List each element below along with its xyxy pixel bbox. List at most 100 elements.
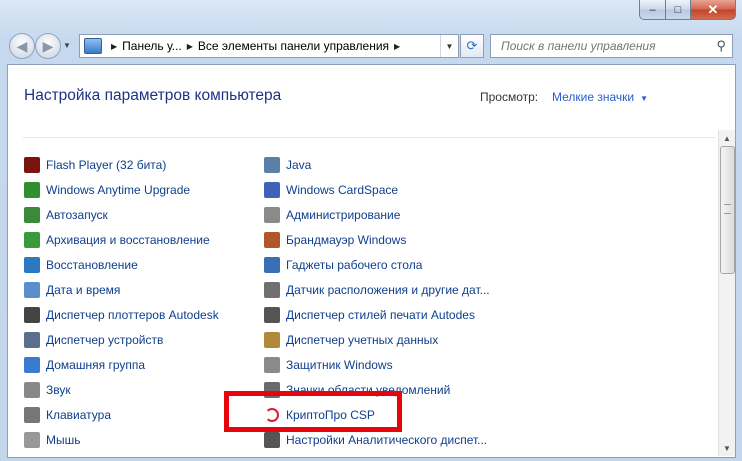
item-label: Дата и время: [46, 282, 121, 297]
item-label: Мышь: [46, 432, 81, 447]
control-panel-item[interactable]: Клавиатура: [24, 402, 252, 427]
backup-icon: [24, 231, 40, 248]
control-panel-item[interactable]: Диспетчер стилей печати Autodes: [264, 302, 504, 327]
navigation-bar: ◀ ▶ ▼ ▶ Панель у... ▶ Все элементы панел…: [0, 30, 742, 62]
flash-icon: [24, 156, 40, 173]
item-label: Брандмауэр Windows: [286, 232, 407, 247]
homegroup-icon: [24, 356, 40, 373]
divider: [23, 137, 715, 138]
items-column-left: Flash Player (32 бита) Windows Anytime Up…: [24, 152, 252, 452]
control-panel-item[interactable]: Архивация и восстановление: [24, 227, 252, 252]
item-label: Архивация и восстановление: [46, 232, 210, 247]
control-panel-item[interactable]: Flash Player (32 бита): [24, 152, 252, 177]
page-title: Настройка параметров компьютера: [24, 87, 282, 104]
windows-flag-icon: [24, 181, 40, 198]
control-panel-item[interactable]: Автозапуск: [24, 202, 252, 227]
breadcrumb-control-panel[interactable]: Панель у...: [122, 39, 182, 53]
firewall-icon: [264, 231, 280, 248]
credentials-icon: [264, 331, 280, 348]
scrollbar-thumb[interactable]: [720, 146, 735, 274]
item-label: Windows CardSpace: [286, 182, 399, 197]
sensor-icon: [264, 281, 280, 298]
control-panel-item[interactable]: Мышь: [24, 427, 252, 452]
mouse-icon: [24, 431, 40, 448]
autoplay-icon: [24, 206, 40, 223]
plotter-icon: [24, 306, 40, 323]
admin-tools-icon: [264, 206, 280, 223]
cardspace-icon: [264, 181, 280, 198]
speaker-icon: [24, 381, 40, 398]
item-label: Диспетчер плоттеров Autodesk: [46, 307, 219, 322]
breadcrumb-separator-icon[interactable]: ▶: [187, 42, 193, 51]
control-panel-item[interactable]: Windows Anytime Upgrade: [24, 177, 252, 202]
view-by-value: Мелкие значки: [552, 90, 635, 104]
grip-icon: [724, 204, 731, 214]
chevron-down-icon: ▼: [640, 94, 649, 103]
refresh-icon: ⟳: [466, 38, 478, 53]
back-arrow-icon: ◀: [16, 37, 28, 54]
breadcrumb-separator-icon[interactable]: ▶: [111, 42, 117, 51]
item-label: Диспетчер учетных данных: [286, 332, 439, 347]
control-panel-item[interactable]: Восстановление: [24, 252, 252, 277]
analytics-icon: [264, 431, 280, 448]
control-panel-item[interactable]: Дата и время: [24, 277, 252, 302]
back-button[interactable]: ◀: [9, 33, 35, 59]
recovery-icon: [24, 256, 40, 273]
highlight-box: [224, 391, 402, 432]
vertical-scrollbar[interactable]: ▲ ▼: [718, 130, 735, 456]
clock-icon: [24, 281, 40, 298]
search-icon[interactable]: ⚲: [716, 38, 726, 54]
item-label: Восстановление: [46, 257, 138, 272]
control-panel-item[interactable]: Java: [264, 152, 504, 177]
scroll-down-icon[interactable]: ▼: [719, 440, 735, 456]
scroll-up-icon[interactable]: ▲: [719, 130, 735, 146]
breadcrumb-separator-icon[interactable]: ▶: [394, 42, 400, 51]
gadgets-icon: [264, 256, 280, 273]
window-frame: – □ ✕ ◀ ▶ ▼ ▶ Панель у... ▶ Все элементы…: [0, 0, 742, 461]
forward-arrow-icon: ▶: [42, 37, 54, 54]
control-panel-item[interactable]: Датчик расположения и другие дат...: [264, 277, 504, 302]
recent-pages-dropdown-icon[interactable]: ▼: [63, 41, 71, 50]
search-input[interactable]: [499, 38, 713, 54]
item-label: Защитник Windows: [286, 357, 393, 372]
control-panel-item[interactable]: Диспетчер учетных данных: [264, 327, 504, 352]
control-panel-item[interactable]: Защитник Windows: [264, 352, 504, 377]
control-panel-item[interactable]: Гаджеты рабочего стола: [264, 252, 504, 277]
title-bar: – □ ✕: [0, 0, 742, 28]
refresh-button[interactable]: ⟳: [460, 34, 484, 58]
control-panel-item[interactable]: Брандмауэр Windows: [264, 227, 504, 252]
device-manager-icon: [24, 331, 40, 348]
item-label: Администрирование: [286, 207, 401, 222]
defender-icon: [264, 356, 280, 373]
view-by-dropdown[interactable]: Мелкие значки ▼: [552, 90, 648, 104]
control-panel-item[interactable]: Диспетчер устройств: [24, 327, 252, 352]
address-bar[interactable]: ▶ Панель у... ▶ Все элементы панели упра…: [79, 34, 459, 58]
item-label: Клавиатура: [46, 407, 111, 422]
control-panel-item[interactable]: Домашняя группа: [24, 352, 252, 377]
print-styles-icon: [264, 306, 280, 323]
keyboard-icon: [24, 406, 40, 423]
item-label: Flash Player (32 бита): [46, 157, 167, 172]
forward-button[interactable]: ▶: [35, 33, 61, 59]
control-panel-item[interactable]: Диспетчер плоттеров Autodesk: [24, 302, 252, 327]
minimize-button[interactable]: –: [639, 0, 666, 20]
close-button[interactable]: ✕: [691, 0, 736, 20]
control-panel-icon: [84, 38, 102, 54]
item-label: Windows Anytime Upgrade: [46, 182, 191, 197]
java-icon: [264, 156, 280, 173]
breadcrumb-all-items[interactable]: Все элементы панели управления: [198, 39, 389, 53]
control-panel-item[interactable]: Звук: [24, 377, 252, 402]
item-label: Автозапуск: [46, 207, 108, 222]
control-panel-item[interactable]: Администрирование: [264, 202, 504, 227]
item-label: Настройки Аналитического диспет...: [286, 432, 488, 447]
item-label: Звук: [46, 382, 71, 397]
maximize-button[interactable]: □: [666, 0, 691, 20]
item-label: Диспетчер устройств: [46, 332, 164, 347]
control-panel-item[interactable]: Windows CardSpace: [264, 177, 504, 202]
window-controls: – □ ✕: [639, 0, 736, 20]
search-box[interactable]: ⚲: [490, 34, 733, 58]
item-label: Диспетчер стилей печати Autodes: [286, 307, 475, 322]
view-by-label: Просмотр:: [480, 90, 539, 104]
item-label: Домашняя группа: [46, 357, 146, 372]
address-dropdown-icon[interactable]: ▼: [440, 35, 458, 57]
